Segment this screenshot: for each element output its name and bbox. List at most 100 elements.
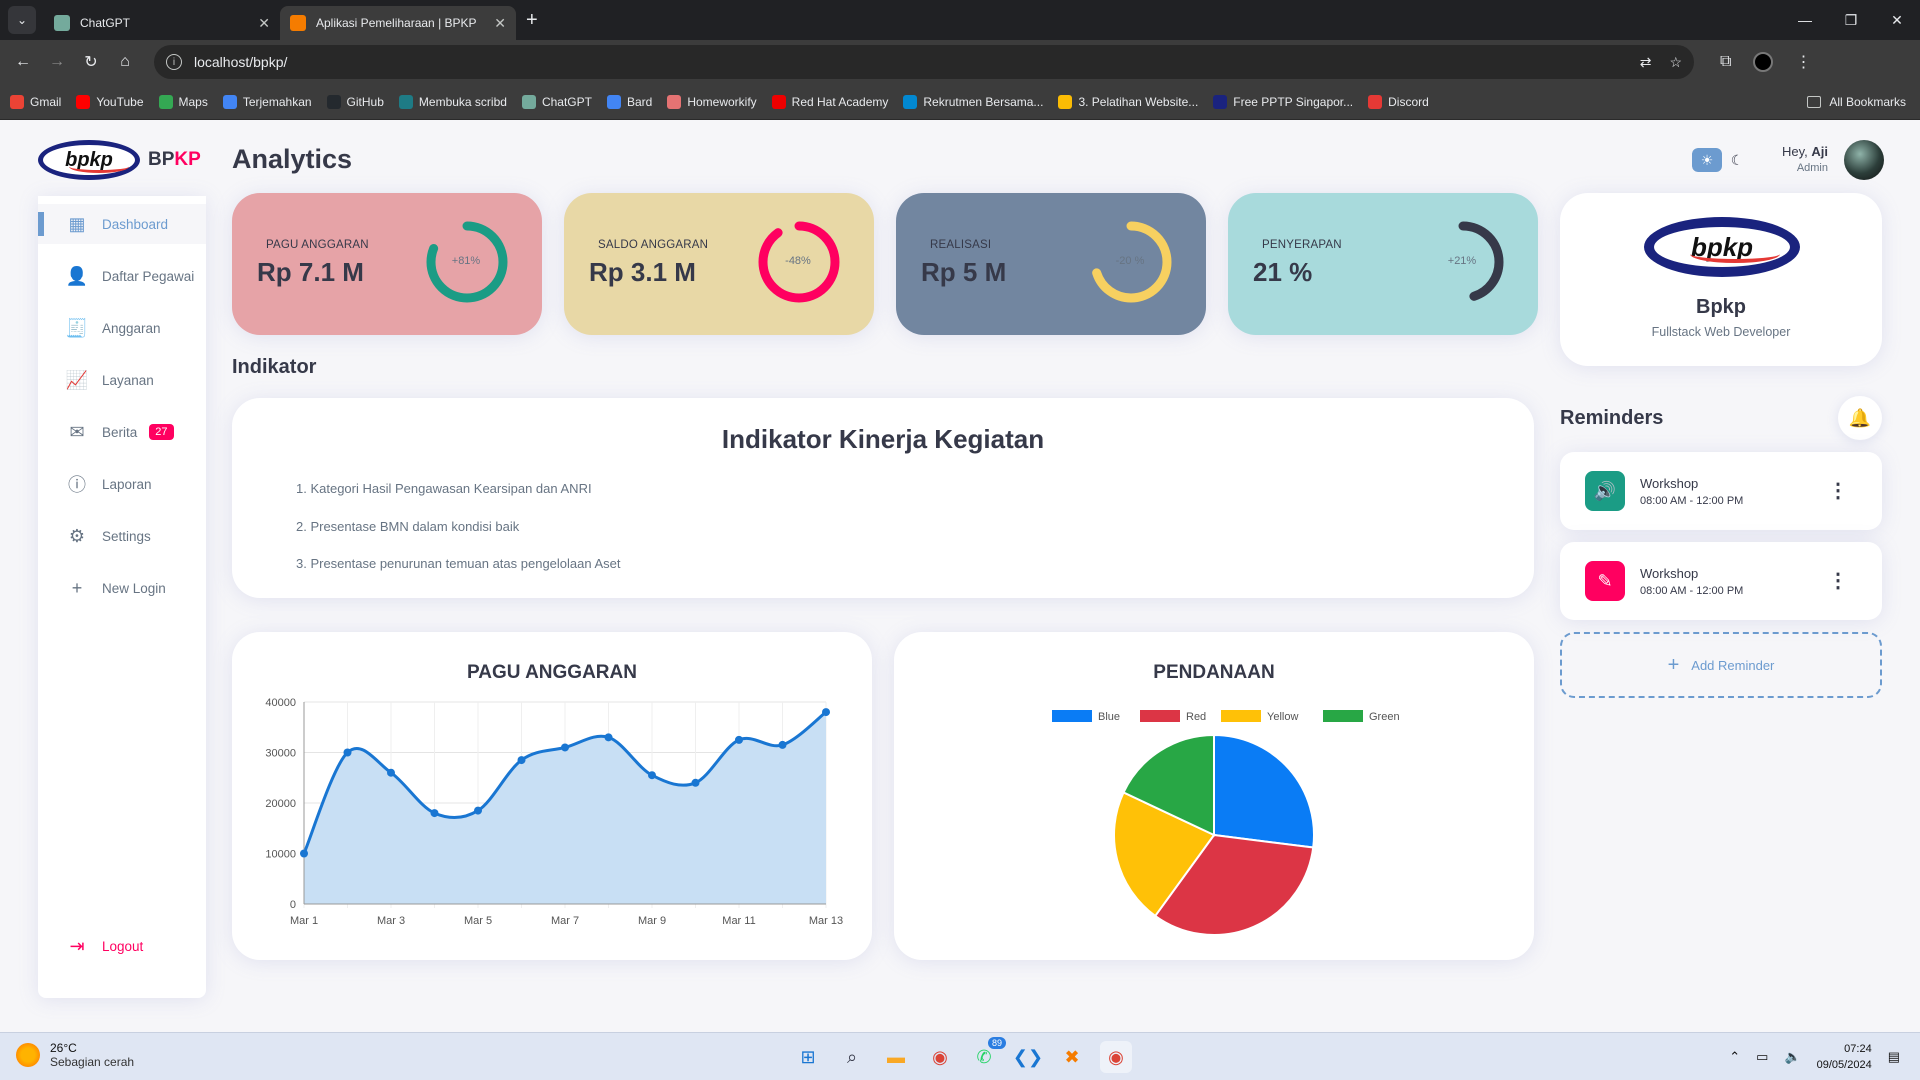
more-options-icon[interactable]: ⋮ — [1828, 478, 1848, 503]
app-page: bpkp BPKP Analytics ▦ Dashboard 👤 Daftar Pe… — [0, 120, 1920, 1032]
xampp-icon[interactable]: ✖ — [1056, 1041, 1088, 1073]
bookmark-label: Bard — [626, 94, 653, 109]
bookmark-item[interactable]: 3. Pelatihan Website... — [1058, 94, 1198, 109]
theme-toggle[interactable]: ☀ ☾ — [1691, 148, 1752, 172]
sidebar-item-daftar-pegawai[interactable]: 👤 Daftar Pegawai — [38, 256, 206, 296]
back-button[interactable]: ← — [6, 53, 40, 71]
add-reminder-button[interactable]: + Add Reminder — [1560, 632, 1882, 698]
forward-button[interactable]: → — [40, 53, 74, 71]
y-tick-label: 10000 — [265, 849, 296, 861]
clock[interactable]: 07:24 09/05/2024 — [1817, 1041, 1872, 1073]
bookmark-label: Rekrutmen Bersama... — [923, 94, 1044, 109]
sidebar-item-label: Daftar Pegawai — [102, 268, 195, 284]
bookmark-item[interactable]: Membuka scribd — [398, 94, 507, 109]
sidebar-item-new-login[interactable]: + New Login — [38, 568, 206, 608]
reminder-item[interactable]: ✎ Workshop 08:00 AM - 12:00 PM ⋮ — [1560, 542, 1882, 620]
bookmark-favicon-icon — [76, 94, 91, 109]
sidebar-item-berita[interactable]: ✉ Berita 27 — [38, 412, 206, 452]
bookmark-item[interactable]: Gmail — [10, 94, 61, 109]
profile-name: Bpkp — [1696, 296, 1746, 318]
tab-bpkp[interactable]: Aplikasi Pemeliharaan | BPKP ✕ — [280, 6, 516, 40]
sidebar-item-anggaran[interactable]: 🧾 Anggaran — [38, 308, 206, 348]
chrome-icon[interactable]: ◉ — [924, 1041, 956, 1073]
site-info-icon[interactable]: i — [166, 54, 182, 70]
card-percent: +81% — [451, 255, 481, 267]
brand-logo[interactable]: bpkp BPKP — [38, 140, 201, 180]
bookmark-star-icon[interactable]: ☆ — [1669, 54, 1682, 71]
minimize-button[interactable]: — — [1782, 0, 1828, 40]
restore-button[interactable]: ❐ — [1828, 0, 1874, 40]
bookmark-label: Maps — [178, 94, 208, 109]
vscode-icon[interactable]: ❮❯ — [1012, 1041, 1044, 1073]
browser-tabbar: ⌄ ChatGPT ✕ Aplikasi Pemeliharaan | BPKP… — [0, 0, 1920, 40]
reminder-item[interactable]: 🔊 Workshop 08:00 AM - 12:00 PM ⋮ — [1560, 452, 1882, 530]
bookmark-item[interactable]: YouTube — [76, 94, 144, 109]
new-tab-button[interactable]: + — [526, 9, 538, 32]
profile-avatar[interactable] — [1753, 52, 1774, 72]
logout-button[interactable]: ⇥ Logout — [38, 926, 206, 966]
bookmark-item[interactable]: ChatGPT — [521, 94, 592, 109]
bookmark-item[interactable]: Maps — [158, 94, 208, 109]
chrome-active-icon[interactable]: ◉ — [1100, 1041, 1132, 1073]
moon-icon[interactable]: ☾ — [1722, 148, 1752, 172]
sidebar-item-label: Dashboard — [102, 216, 169, 232]
report-icon: ⓘ — [68, 475, 86, 495]
search-icon[interactable]: ⌕ — [836, 1041, 868, 1073]
reminder-time: 08:00 AM - 12:00 PM — [1640, 585, 1744, 597]
receipt-icon: 🧾 — [65, 317, 89, 338]
pie-slice — [1213, 733, 1315, 849]
file-explorer-icon[interactable]: ▬ — [880, 1041, 912, 1073]
bookmark-item[interactable]: Bard — [606, 94, 653, 109]
x-tick-label: Mar 13 — [809, 915, 843, 927]
bookmark-item[interactable]: Free PPTP Singapor... — [1213, 94, 1353, 109]
more-options-icon[interactable]: ⋮ — [1828, 568, 1848, 593]
window-controls: — ❐ ✕ — [1782, 0, 1920, 40]
sidebar-item-settings[interactable]: ⚙ Settings — [38, 516, 206, 556]
bookmark-label: Discord — [1388, 94, 1429, 109]
sidebar-item-dashboard[interactable]: ▦ Dashboard — [38, 204, 206, 244]
bookmark-item[interactable]: Rekrutmen Bersama... — [903, 94, 1044, 109]
pendanaan-chart-panel: PENDANAAN Blue Red Yellow Green — [894, 632, 1534, 960]
bookmark-item[interactable]: GitHub — [326, 94, 384, 109]
bookmark-item[interactable]: Homeworkify — [667, 94, 757, 109]
tab-close-icon[interactable]: ✕ — [494, 15, 506, 32]
legend-swatch — [1221, 710, 1261, 722]
home-button[interactable]: ⌂ — [108, 53, 142, 71]
bookmark-item[interactable]: Red Hat Academy — [771, 94, 888, 109]
tray-chevron-icon[interactable]: ⌃ — [1729, 1049, 1740, 1065]
sidebar-item-laporan[interactable]: ⓘ Laporan — [38, 464, 206, 504]
browser-menu-icon[interactable]: ⋮ — [1795, 52, 1811, 72]
address-bar[interactable]: i localhost/bpkp/ ⇄ ☆ — [154, 45, 1694, 79]
bookmark-item[interactable]: Terjemahkan — [222, 94, 312, 109]
tab-close-icon[interactable]: ✕ — [258, 15, 270, 32]
all-bookmarks-button[interactable]: All Bookmarks — [1807, 95, 1906, 109]
sun-icon[interactable]: ☀ — [1691, 148, 1722, 172]
notification-icon[interactable]: ▤ — [1888, 1049, 1900, 1065]
data-point — [648, 771, 656, 780]
bookmark-item[interactable]: Discord — [1368, 94, 1429, 109]
reminders-title: Reminders — [1560, 407, 1664, 429]
bookmark-label: ChatGPT — [541, 94, 592, 109]
translate-icon[interactable]: ⇄ — [1640, 54, 1652, 71]
reload-button[interactable]: ↻ — [74, 52, 108, 72]
sidebar-item-layanan[interactable]: 📈 Layanan — [38, 360, 206, 400]
pagu-line-chart: 0 10000 20000 30000 40000 Mar 1 Mar 3 Mar 5 Mar … — [265, 697, 843, 927]
whatsapp-icon[interactable]: ✆ 89 — [968, 1037, 1006, 1073]
url-text[interactable]: localhost/bpkp/ — [194, 54, 287, 70]
legend-swatch — [1323, 710, 1363, 722]
close-window-button[interactable]: ✕ — [1874, 0, 1920, 40]
tab-search-button[interactable]: ⌄ — [8, 6, 36, 34]
x-tick-label: Mar 7 — [551, 915, 579, 927]
avatar[interactable] — [1844, 140, 1884, 180]
person-icon: 👤 — [65, 265, 89, 286]
card-percent: -20 % — [1115, 255, 1145, 267]
tab-chatgpt[interactable]: ChatGPT ✕ — [44, 6, 280, 40]
extensions-icon[interactable]: ⧉ — [1720, 53, 1731, 71]
volume-icon[interactable]: 🔈 — [1784, 1049, 1800, 1065]
windows-start-icon[interactable]: ⊞ — [792, 1041, 824, 1073]
bell-icon[interactable]: 🔔 — [1838, 396, 1882, 440]
data-point — [387, 768, 395, 777]
network-icon[interactable]: ▭ — [1756, 1049, 1768, 1065]
bookmark-favicon-icon — [903, 94, 918, 109]
weather-widget[interactable]: 26°C Sebagian cerah — [16, 1041, 134, 1069]
